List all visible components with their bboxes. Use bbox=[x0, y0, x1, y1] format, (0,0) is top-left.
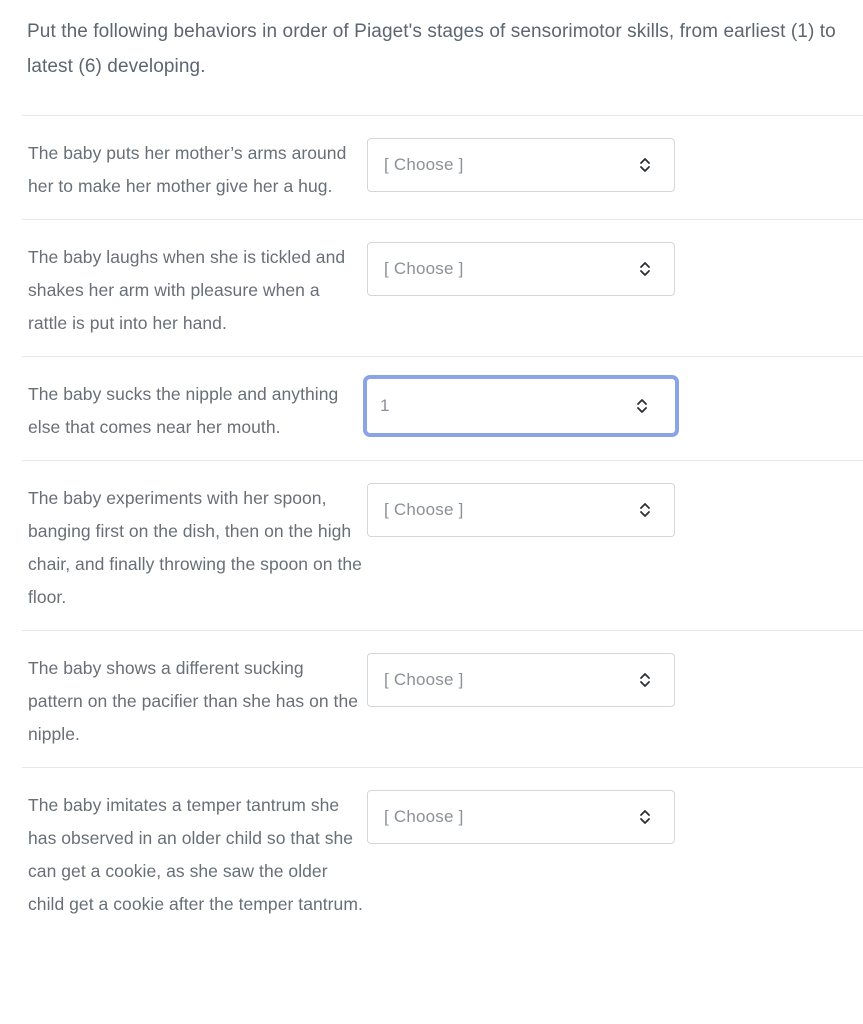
answer-row: The baby laughs when she is tickled and … bbox=[22, 219, 863, 356]
chevron-up-down-icon bbox=[638, 807, 652, 827]
order-select[interactable]: [ Choose ] bbox=[367, 790, 675, 844]
answer-statement: The baby experiments with her spoon, ban… bbox=[28, 488, 362, 607]
answer-statement: The baby laughs when she is tickled and … bbox=[28, 247, 346, 333]
order-select[interactable]: [ Choose ] bbox=[367, 138, 675, 192]
order-select-value: [ Choose ] bbox=[384, 259, 464, 278]
order-select-box[interactable]: [ Choose ] bbox=[367, 790, 675, 844]
order-select[interactable]: 1 bbox=[363, 375, 679, 437]
answer-row: The baby sucks the nipple and anything e… bbox=[22, 356, 863, 460]
order-select[interactable]: [ Choose ] bbox=[367, 653, 675, 707]
answer-statement: The baby sucks the nipple and anything e… bbox=[28, 384, 339, 437]
order-select-value: 1 bbox=[380, 396, 390, 415]
order-select-box[interactable]: [ Choose ] bbox=[367, 242, 675, 296]
chevron-up-down-icon bbox=[635, 396, 649, 416]
answer-row: The baby experiments with her spoon, ban… bbox=[22, 460, 863, 630]
order-select-box[interactable]: [ Choose ] bbox=[367, 138, 675, 192]
chevron-up-down-icon bbox=[638, 500, 652, 520]
order-select-box[interactable]: 1 bbox=[363, 375, 679, 437]
chevron-up-down-icon bbox=[638, 670, 652, 690]
ordering-question: Put the following behaviors in order of … bbox=[0, 0, 863, 937]
order-select-value: [ Choose ] bbox=[384, 500, 464, 519]
question-prompt: Put the following behaviors in order of … bbox=[27, 21, 836, 77]
order-select-box[interactable]: [ Choose ] bbox=[367, 653, 675, 707]
answer-statement: The baby puts her mother’s arms around h… bbox=[28, 143, 347, 196]
answer-select-cell: [ Choose ] bbox=[367, 220, 675, 296]
answer-select-cell: [ Choose ] bbox=[367, 116, 675, 192]
chevron-up-down-icon bbox=[638, 259, 652, 279]
chevron-up-down-icon bbox=[638, 155, 652, 175]
answer-list: The baby puts her mother’s arms around h… bbox=[0, 115, 863, 937]
order-select-box[interactable]: [ Choose ] bbox=[367, 483, 675, 537]
answer-select-cell: [ Choose ] bbox=[367, 461, 675, 537]
answer-statement: The baby imitates a temper tantrum she h… bbox=[28, 795, 363, 914]
order-select[interactable]: [ Choose ] bbox=[367, 242, 675, 296]
answer-row: The baby puts her mother’s arms around h… bbox=[22, 115, 863, 219]
order-select-value: [ Choose ] bbox=[384, 807, 464, 826]
order-select-value: [ Choose ] bbox=[384, 670, 464, 689]
order-select-value: [ Choose ] bbox=[384, 155, 464, 174]
answer-statement: The baby shows a different sucking patte… bbox=[28, 658, 359, 744]
answer-select-cell: [ Choose ] bbox=[367, 768, 675, 844]
order-select[interactable]: [ Choose ] bbox=[367, 483, 675, 537]
answer-select-cell: [ Choose ] bbox=[367, 631, 675, 707]
answer-row: The baby shows a different sucking patte… bbox=[22, 630, 863, 767]
answer-select-cell: 1 bbox=[363, 357, 679, 437]
answer-row: The baby imitates a temper tantrum she h… bbox=[22, 767, 863, 937]
